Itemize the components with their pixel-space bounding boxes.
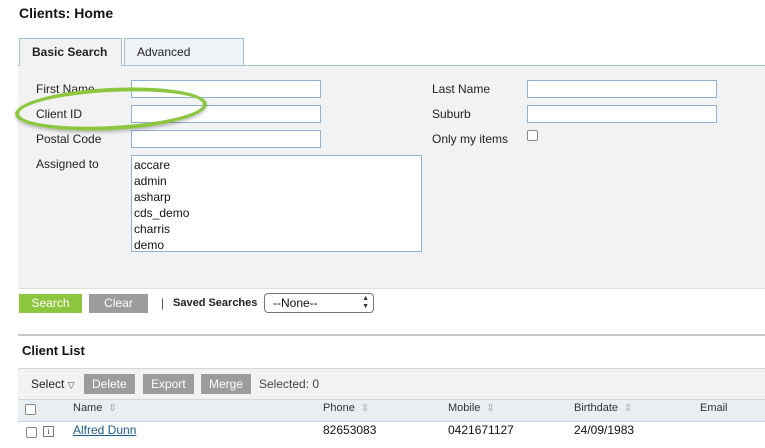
client-phone: 82653083 [323,423,377,437]
search-button[interactable]: Search [19,294,82,313]
sort-icon: ⇳ [624,403,633,414]
client-name-link[interactable]: Alfred Dunn [73,423,136,437]
table-header [18,399,765,422]
column-header-phone[interactable]: Phone ⇳ [323,402,369,414]
client-list-title: Client List [22,343,85,358]
only-my-items-label: Only my items [432,132,509,146]
postal-code-label: Postal Code [36,132,102,146]
section-divider [18,334,765,336]
tab-basic-search[interactable]: Basic Search [19,38,122,66]
info-icon[interactable]: i [43,426,54,437]
list-item[interactable]: demo [132,237,421,251]
sort-icon: ⇳ [360,403,370,414]
export-button[interactable]: Export [143,374,194,394]
panel-bottom-divider [18,288,765,289]
select-menu[interactable]: Select ▽ [31,377,75,391]
sort-icon: ⇳ [486,403,495,414]
assigned-to-listbox[interactable]: accare admin asharp cds_demo charris dem… [131,155,422,252]
select-menu-label: Select [31,377,65,391]
saved-searches-value: --None-- [273,296,318,310]
last-name-input[interactable] [527,80,717,98]
select-all-checkbox[interactable] [25,404,36,415]
column-header-email[interactable]: Email [700,402,728,414]
row-checkbox[interactable] [26,427,37,438]
saved-searches-label: Saved Searches [173,297,258,309]
suburb-input[interactable] [527,105,717,123]
only-my-items-checkbox[interactable] [527,130,538,141]
merge-button[interactable]: Merge [201,374,252,394]
saved-searches-select[interactable]: --None-- ▲ ▼ [264,293,374,313]
clear-button[interactable]: Clear [89,294,148,313]
action-separator: | [161,296,165,310]
client-mobile: 0421671127 [448,423,514,437]
page-title: Clients: Home [19,5,114,21]
postal-code-input[interactable] [131,130,321,148]
client-birthdate: 24/09/1983 [574,423,635,437]
chevron-down-icon: ▽ [67,380,75,390]
selected-count: Selected: 0 [259,377,320,391]
chevron-down-icon: ▲ ▼ [362,295,369,310]
list-item[interactable]: asharp [132,189,421,205]
delete-button[interactable]: Delete [84,374,135,394]
sort-icon: ⇳ [108,403,117,414]
column-header-mobile[interactable]: Mobile ⇳ [448,402,495,414]
list-item[interactable]: cds_demo [132,205,421,221]
assigned-to-label: Assigned to [36,157,99,171]
tab-advanced-search[interactable]: Advanced Search [124,38,244,86]
suburb-label: Suburb [432,107,471,121]
column-header-birthdate[interactable]: Birthdate ⇳ [574,402,632,414]
list-item[interactable]: accare [132,157,421,173]
list-item[interactable]: charris [132,221,421,237]
column-header-name[interactable]: Name ⇳ [73,402,117,414]
list-item[interactable]: admin [132,173,421,189]
last-name-label: Last Name [432,82,491,96]
